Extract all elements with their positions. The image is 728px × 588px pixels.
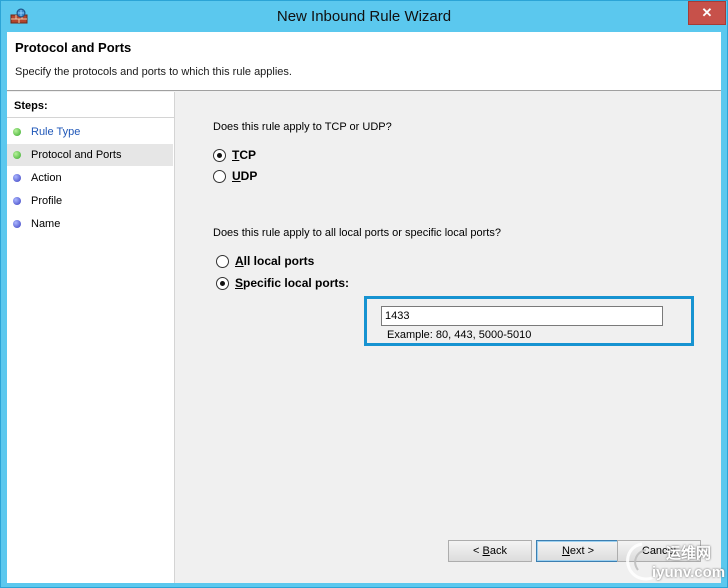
close-button[interactable]: ✕ (688, 1, 726, 25)
wizard-window: New Inbound Rule Wizard ✕ Protocol and P… (0, 0, 728, 588)
all-ports-accel: A (235, 254, 244, 268)
specific-ports-label: pecific local ports: (243, 276, 350, 290)
watermark: 运维网 iyunv.com (622, 538, 726, 586)
steps-divider (7, 117, 175, 118)
all-ports-label: ll local ports (243, 254, 315, 268)
back-accel: B (482, 545, 490, 557)
tcp-label: CP (239, 148, 257, 162)
back-prefix: < (473, 545, 483, 557)
next-accel: N (561, 545, 570, 557)
step-label: Protocol and Ports (31, 149, 122, 161)
page-title: Protocol and Ports (15, 40, 132, 55)
window-title: New Inbound Rule Wizard (276, 8, 452, 25)
watermark-line2: iyunv.com (652, 564, 726, 581)
step-protocol-and-ports[interactable]: Protocol and Ports (7, 144, 173, 166)
radio-selected-icon (213, 149, 226, 162)
status-dot-icon (13, 174, 21, 182)
status-dot-icon (13, 128, 21, 136)
watermark-line1: 运维网 (666, 545, 712, 562)
back-label: ack (489, 545, 507, 557)
step-rule-type[interactable]: Rule Type (7, 121, 173, 143)
title-bar[interactable]: New Inbound Rule Wizard ✕ (1, 1, 727, 32)
wizard-header: Protocol and Ports Specify the protocols… (7, 32, 721, 91)
next-label: ext > (569, 545, 595, 557)
page-description: Specify the protocols and ports to which… (15, 66, 292, 78)
ports-example: Example: 80, 443, 5000-5010 (387, 329, 532, 341)
step-action: Action (7, 167, 173, 189)
step-label: Action (31, 172, 62, 184)
steps-panel: Steps: Rule Type Protocol and Ports Acti… (7, 92, 175, 583)
step-name: Name (7, 213, 173, 235)
step-label: Profile (31, 195, 63, 207)
protocol-question: Does this rule apply to TCP or UDP? (213, 121, 392, 133)
udp-accel: U (232, 169, 241, 183)
status-dot-icon (13, 220, 21, 228)
ports-question: Does this rule apply to all local ports … (213, 227, 501, 239)
status-dot-icon (13, 197, 21, 205)
step-profile: Profile (7, 190, 173, 212)
specific-ports-accel: S (235, 276, 244, 290)
udp-label: DP (240, 169, 258, 183)
step-label: Name (31, 218, 61, 230)
wizard-client-area: Protocol and Ports Specify the protocols… (7, 32, 721, 583)
status-dot-icon (13, 151, 21, 159)
radio-selected-icon (216, 277, 229, 290)
specific-ports-input[interactable] (381, 306, 663, 326)
wizard-content: Does this rule apply to TCP or UDP? TCP … (176, 92, 721, 583)
radio-unselected-icon (213, 170, 226, 183)
steps-title: Steps: (14, 100, 48, 112)
back-button[interactable]: < Back (448, 540, 532, 562)
next-button[interactable]: Next > (536, 540, 620, 562)
radio-unselected-icon (216, 255, 229, 268)
step-label: Rule Type (31, 126, 81, 138)
